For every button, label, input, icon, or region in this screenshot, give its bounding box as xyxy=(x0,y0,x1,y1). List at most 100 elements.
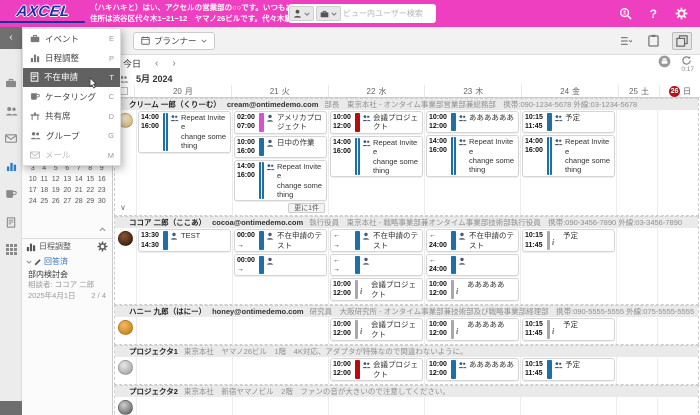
calendar-cell[interactable]: 10:0012:00ああああああ xyxy=(424,357,520,384)
calendar-cell[interactable]: 02:0007:00アメリカプロジェクト10:0016:00日中の作業14:00… xyxy=(232,110,328,215)
menu-item-catering[interactable]: ケータリングC xyxy=(23,87,120,106)
calendar-cell[interactable] xyxy=(657,317,698,344)
menu-item-group[interactable]: グループG xyxy=(23,126,120,145)
mini-calendar-day[interactable]: 29 xyxy=(85,198,97,209)
mini-calendar-day[interactable]: 12 xyxy=(50,176,62,187)
view-user-search-input[interactable] xyxy=(343,6,435,21)
event-card[interactable]: 10:1511:45予定 xyxy=(522,358,615,380)
event-card[interactable]: 10:1511:45i予定 xyxy=(522,229,615,252)
mini-calendar-day[interactable]: 23 xyxy=(96,187,108,198)
event-card[interactable]: 13:3014:30TEST xyxy=(138,229,231,251)
mini-calendar-day[interactable]: 8 xyxy=(85,165,97,176)
person-header-band[interactable]: ハニー 九郎（はにー）honey@ontimedemo.com研究員 大阪研究所… xyxy=(115,305,698,317)
calendar-cell[interactable] xyxy=(232,397,328,415)
mini-calendar-day[interactable]: 16 xyxy=(96,176,108,187)
calendar-cell[interactable] xyxy=(657,228,698,304)
calendar-cell[interactable] xyxy=(424,397,520,415)
view-options-icon[interactable] xyxy=(617,34,635,48)
calendar-cell[interactable] xyxy=(657,397,698,415)
event-card[interactable]: 10:0012:00ああああああ xyxy=(426,358,519,380)
calendar-cell[interactable] xyxy=(136,357,232,384)
event-card[interactable]: 14:0016:00Repeat Inviteechange something xyxy=(426,135,519,177)
calendar-cell[interactable]: 10:1511:45予定14:0016:00Repeat Inviteechan… xyxy=(520,110,616,215)
planner-view-selector[interactable]: プランナー xyxy=(133,32,215,50)
refresh-button[interactable]: 0:17 xyxy=(681,55,694,73)
event-card[interactable]: 00:00→ xyxy=(234,254,327,276)
menu-item-mail[interactable]: メールM xyxy=(23,145,120,164)
mini-calendar-day[interactable]: 20 xyxy=(62,187,74,198)
collapse-sidebar-button[interactable]: ‹ xyxy=(0,27,22,49)
event-card[interactable]: ←→不在申請のテスト xyxy=(330,229,423,252)
schedule-adjust-card[interactable]: 部内検討会 相談者: ココア 二郎 2025年4月1日 2 / 4 xyxy=(28,269,108,301)
calendar-cell[interactable] xyxy=(616,110,657,215)
mini-calendar-day[interactable]: 25 xyxy=(39,198,51,209)
calendar-cell[interactable]: 10:0012:00iあああああ xyxy=(424,317,520,344)
event-card[interactable]: 10:0012:00ああああああ xyxy=(426,111,519,133)
expand-row-chevron-icon[interactable]: ∨ xyxy=(120,203,126,212)
calendar-cell[interactable] xyxy=(616,357,657,384)
calendar-cell[interactable] xyxy=(616,397,657,415)
calendar-cell[interactable] xyxy=(616,228,657,304)
person-header-band[interactable]: ココア 二郎（ここあ）cocoa@ontimedemo.com執行役員 東京本社… xyxy=(115,216,698,228)
rail-bottom-toggle[interactable] xyxy=(0,401,22,415)
calendar-cell[interactable] xyxy=(136,397,232,415)
mini-calendar-day[interactable]: 17 xyxy=(27,187,39,198)
event-card[interactable]: 10:0012:00iあああああ xyxy=(426,318,519,341)
more-events-chip[interactable]: 更に1件 xyxy=(288,203,325,213)
mini-calendar-day[interactable]: 22 xyxy=(85,187,97,198)
menu-item-shared-desk[interactable]: 共有席D xyxy=(23,107,120,126)
mini-calendar-day[interactable]: 28 xyxy=(73,198,85,209)
avatar[interactable] xyxy=(118,400,133,415)
answered-filter[interactable]: 回答済 xyxy=(26,256,68,267)
event-card[interactable]: ←24:00不在申請のテスト xyxy=(426,229,519,252)
cup-icon[interactable] xyxy=(0,184,22,204)
mini-calendar-day[interactable]: 21 xyxy=(73,187,85,198)
settings-gear-icon[interactable] xyxy=(675,7,688,20)
person-header-band[interactable]: プロジェクタ2東京本社 新宿ヤマノビル 2階 ファンの音が大きいので注意してくだ… xyxy=(115,385,698,397)
menu-item-schedule-adjust[interactable]: 日程調整P xyxy=(23,48,120,67)
person-header-band[interactable]: プロジェクタ1東京本社 ヤマノ26ビル 1階 4K対応、アダプタが特殊なので間違… xyxy=(115,345,698,357)
mail-icon[interactable] xyxy=(0,128,22,148)
prev-week-icon[interactable]: ‹ xyxy=(155,58,158,69)
calendar-cell[interactable] xyxy=(616,317,657,344)
calendar-cell[interactable] xyxy=(136,317,232,344)
bar-chart-icon[interactable] xyxy=(0,156,22,176)
day-header-tue[interactable]: 21火 xyxy=(231,85,328,97)
calendar-cell[interactable]: 10:0012:00i会議プロジェクト xyxy=(328,317,424,344)
calendar-cell[interactable]: ←24:00不在申請のテスト←24:0010:0012:00iあああああ xyxy=(424,228,520,304)
calendar-cell[interactable] xyxy=(657,110,698,215)
calendar-cell[interactable] xyxy=(232,317,328,344)
calendar-cell[interactable]: 10:1511:45予定 xyxy=(520,357,616,384)
org-filter-dropdown[interactable] xyxy=(316,6,341,21)
calendar-cell[interactable]: 14:0016:00Repeat Inviteechange something xyxy=(136,110,232,215)
event-card[interactable]: 10:1511:45予定 xyxy=(522,111,615,133)
mini-calendar-day[interactable]: 15 xyxy=(85,176,97,187)
person-filter-dropdown[interactable] xyxy=(289,6,314,21)
schedule-settings-gear-icon[interactable] xyxy=(97,241,108,252)
day-header-thu[interactable]: 23木 xyxy=(424,85,521,97)
mini-calendar-day[interactable]: 3 xyxy=(27,165,39,176)
people-icon[interactable] xyxy=(0,101,22,121)
event-card[interactable]: 10:0012:00会議プロジェクト xyxy=(330,111,423,134)
event-card[interactable]: 10:0012:00iあああああ xyxy=(426,278,519,301)
mini-calendar-day[interactable]: 24 xyxy=(27,198,39,209)
day-header-mon[interactable]: 20月 xyxy=(134,85,231,97)
event-card[interactable]: 14:0016:00Repeat Inviteechange something xyxy=(138,111,231,153)
calendar-cell[interactable] xyxy=(520,397,616,415)
day-header-wed[interactable]: 22水 xyxy=(328,85,425,97)
calendar-cell[interactable]: ←→不在申請のテスト←→10:0012:00i会議プロジェクト xyxy=(328,228,424,304)
person-header-band[interactable]: クリーム 一郎（くりーむ）cream@ontimedemo.com部長 東京本社… xyxy=(115,98,698,110)
today-button[interactable]: 今日 xyxy=(123,57,141,70)
calendar-cell[interactable]: 10:1511:45i予定 xyxy=(520,228,616,304)
calendar-cell[interactable] xyxy=(232,357,328,384)
mini-calendar-day[interactable]: 9 xyxy=(96,165,108,176)
event-card[interactable]: ←→ xyxy=(330,254,423,276)
menu-item-events[interactable]: イベントE xyxy=(23,29,120,48)
grid-icon[interactable] xyxy=(0,239,22,259)
answered-link[interactable]: 回答済 xyxy=(44,256,68,267)
absence-form-icon[interactable] xyxy=(0,212,22,232)
event-card[interactable]: 14:0016:00Repeat Inviteechange something xyxy=(234,160,327,202)
event-card[interactable]: 14:0016:00Repeat Inviteechange something xyxy=(330,136,423,178)
event-card[interactable]: 10:1511:45i予定 xyxy=(522,318,615,341)
mini-calendar-day[interactable]: 26 xyxy=(50,198,62,209)
